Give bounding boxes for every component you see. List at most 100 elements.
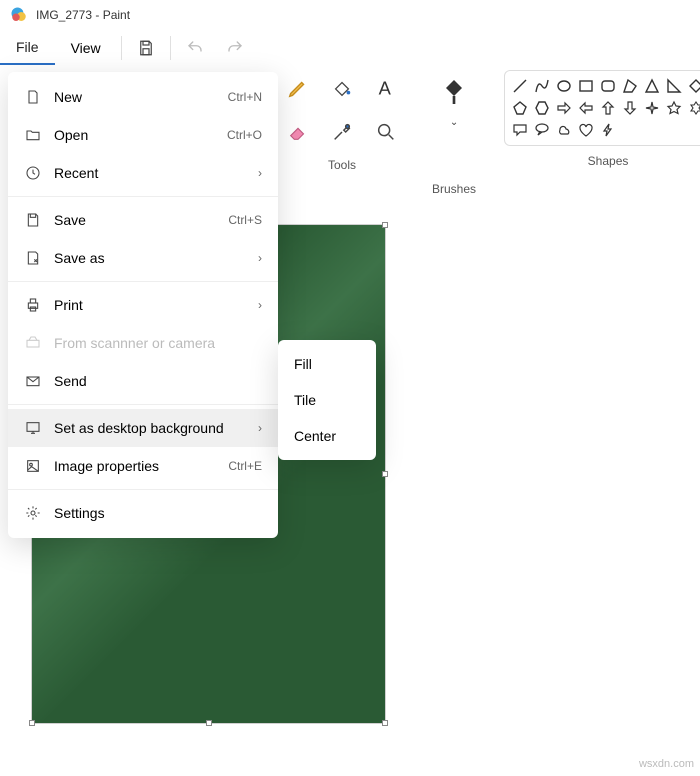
rect-shape-icon[interactable] bbox=[577, 77, 595, 95]
gear-icon bbox=[24, 504, 42, 522]
menu-label: From scannner or camera bbox=[54, 335, 215, 351]
tile-submenu-item[interactable]: Tile bbox=[278, 382, 376, 418]
menu-label: Settings bbox=[54, 505, 105, 521]
selection-handle[interactable] bbox=[382, 471, 388, 477]
star6-shape-icon[interactable] bbox=[687, 99, 700, 117]
polygon-shape-icon[interactable] bbox=[621, 77, 639, 95]
watermark-text: wsxdn.com bbox=[639, 758, 694, 770]
hexagon-shape-icon[interactable] bbox=[533, 99, 551, 117]
arrow-up-shape-icon[interactable] bbox=[599, 99, 617, 117]
center-submenu-item[interactable]: Center bbox=[278, 418, 376, 454]
redo-button[interactable] bbox=[215, 30, 255, 66]
menu-label: Set as desktop background bbox=[54, 420, 224, 436]
callout-rect-shape-icon[interactable] bbox=[511, 121, 529, 139]
menu-label: New bbox=[54, 89, 82, 105]
tools-label: Tools bbox=[328, 158, 356, 172]
magnifier-tool-icon[interactable] bbox=[368, 114, 404, 150]
fill-submenu-item[interactable]: Fill bbox=[278, 346, 376, 382]
chevron-right-icon: › bbox=[258, 251, 262, 265]
paint-app-icon bbox=[10, 6, 28, 24]
diamond-shape-icon[interactable] bbox=[687, 77, 700, 95]
brush-dropdown[interactable] bbox=[434, 70, 474, 114]
save-button[interactable] bbox=[126, 30, 166, 66]
menu-label: Open bbox=[54, 127, 88, 143]
send-menu-item[interactable]: Send bbox=[8, 362, 278, 400]
shapes-palette[interactable] bbox=[504, 70, 700, 146]
callout-cloud-shape-icon[interactable] bbox=[555, 121, 573, 139]
chevron-down-icon: ⌄ bbox=[450, 117, 458, 128]
send-icon bbox=[24, 372, 42, 390]
line-shape-icon[interactable] bbox=[511, 77, 529, 95]
star4-shape-icon[interactable] bbox=[643, 99, 661, 117]
oval-shape-icon[interactable] bbox=[555, 77, 573, 95]
menu-divider bbox=[8, 404, 278, 405]
view-tab[interactable]: View bbox=[55, 32, 117, 64]
pentagon-shape-icon[interactable] bbox=[511, 99, 529, 117]
save-icon bbox=[24, 211, 42, 229]
print-menu-item[interactable]: Print › bbox=[8, 286, 278, 324]
save-as-menu-item[interactable]: Save as › bbox=[8, 239, 278, 277]
selection-handle[interactable] bbox=[206, 720, 212, 726]
desktop-icon bbox=[24, 419, 42, 437]
folder-open-icon bbox=[24, 126, 42, 144]
star5-shape-icon[interactable] bbox=[665, 99, 683, 117]
recent-menu-item[interactable]: Recent › bbox=[8, 154, 278, 192]
tools-group: A Tools bbox=[280, 70, 404, 172]
clock-icon bbox=[24, 164, 42, 182]
roundrect-shape-icon[interactable] bbox=[599, 77, 617, 95]
window-title: IMG_2773 - Paint bbox=[36, 8, 130, 22]
eraser-tool-icon[interactable] bbox=[280, 114, 316, 150]
properties-icon bbox=[24, 457, 42, 475]
menu-label: Send bbox=[54, 373, 87, 389]
menu-divider bbox=[8, 196, 278, 197]
lightning-shape-icon[interactable] bbox=[599, 121, 617, 139]
menu-shortcut: Ctrl+S bbox=[228, 213, 262, 227]
menu-separator bbox=[170, 36, 171, 60]
arrow-right-shape-icon[interactable] bbox=[555, 99, 573, 117]
text-tool-icon[interactable]: A bbox=[368, 70, 404, 106]
right-triangle-shape-icon[interactable] bbox=[665, 77, 683, 95]
title-bar: IMG_2773 - Paint bbox=[0, 0, 700, 30]
settings-menu-item[interactable]: Settings bbox=[8, 494, 278, 532]
chevron-right-icon: › bbox=[258, 298, 262, 312]
fill-tool-icon[interactable] bbox=[324, 70, 360, 106]
brushes-group: ⌄ Brushes bbox=[432, 70, 476, 196]
menu-bar: File View bbox=[0, 30, 700, 66]
image-properties-menu-item[interactable]: Image properties Ctrl+E bbox=[8, 447, 278, 485]
new-menu-item[interactable]: New Ctrl+N bbox=[8, 78, 278, 116]
picker-tool-icon[interactable] bbox=[324, 114, 360, 150]
curve-shape-icon[interactable] bbox=[533, 77, 551, 95]
shapes-group: Shapes bbox=[504, 70, 700, 168]
save-menu-item[interactable]: Save Ctrl+S bbox=[8, 201, 278, 239]
save-as-icon bbox=[24, 249, 42, 267]
set-desktop-background-menu-item[interactable]: Set as desktop background › bbox=[8, 409, 278, 447]
undo-button[interactable] bbox=[175, 30, 215, 66]
printer-icon bbox=[24, 296, 42, 314]
menu-shortcut: Ctrl+O bbox=[227, 128, 262, 142]
heart-shape-icon[interactable] bbox=[577, 121, 595, 139]
menu-divider bbox=[8, 281, 278, 282]
arrow-left-shape-icon[interactable] bbox=[577, 99, 595, 117]
arrow-down-shape-icon[interactable] bbox=[621, 99, 639, 117]
menu-shortcut: Ctrl+E bbox=[228, 459, 262, 473]
menu-separator bbox=[121, 36, 122, 60]
brushes-label: Brushes bbox=[432, 182, 476, 196]
shapes-label: Shapes bbox=[588, 154, 629, 168]
selection-handle[interactable] bbox=[382, 222, 388, 228]
menu-label: Save bbox=[54, 212, 86, 228]
pencil-tool-icon[interactable] bbox=[280, 70, 316, 106]
file-menu-dropdown: New Ctrl+N Open Ctrl+O Recent › Save Ctr… bbox=[8, 72, 278, 538]
file-tab[interactable]: File bbox=[0, 31, 55, 65]
menu-label: Image properties bbox=[54, 458, 159, 474]
svg-text:A: A bbox=[379, 77, 392, 98]
chevron-right-icon: › bbox=[258, 166, 262, 180]
selection-handle[interactable] bbox=[29, 720, 35, 726]
menu-label: Recent bbox=[54, 165, 98, 181]
desktop-background-submenu: Fill Tile Center bbox=[278, 340, 376, 460]
selection-handle[interactable] bbox=[382, 720, 388, 726]
callout-round-shape-icon[interactable] bbox=[533, 121, 551, 139]
open-menu-item[interactable]: Open Ctrl+O bbox=[8, 116, 278, 154]
triangle-shape-icon[interactable] bbox=[643, 77, 661, 95]
menu-shortcut: Ctrl+N bbox=[228, 90, 262, 104]
scanner-icon bbox=[24, 334, 42, 352]
